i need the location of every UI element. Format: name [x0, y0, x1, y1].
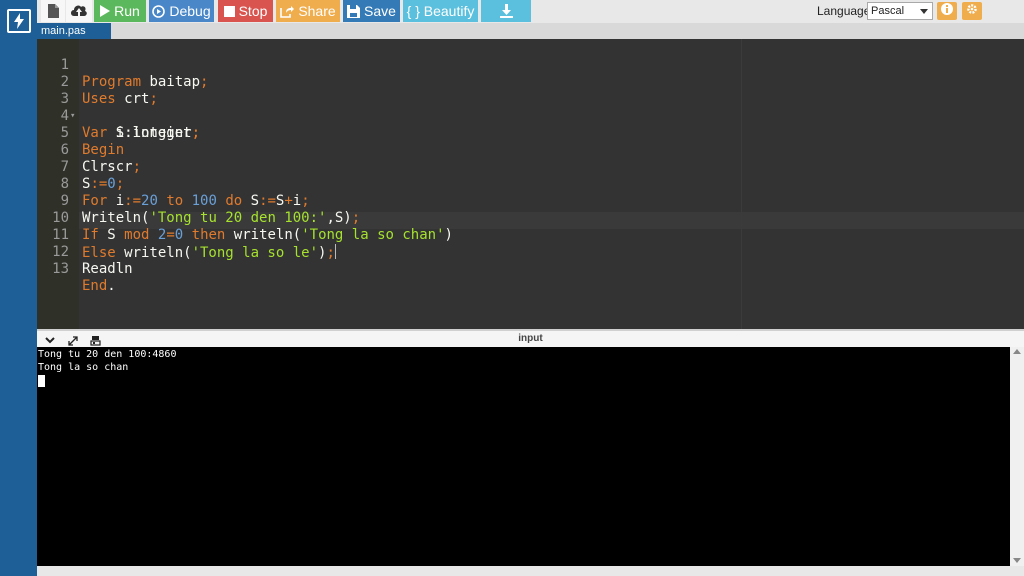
toolbar: Run Debug Stop Share Save { } Beautify L…	[37, 0, 1024, 23]
new-file-button[interactable]	[41, 0, 65, 22]
output-title: input	[518, 333, 543, 344]
code-line: 12 Readln	[37, 227, 1024, 277]
code-text: End.	[82, 278, 116, 294]
code-line: 3 ▾ Var i:integer;	[37, 74, 1024, 141]
line-number: 13	[52, 261, 69, 277]
play-icon	[100, 5, 111, 17]
keyboard-icon[interactable]	[88, 334, 102, 347]
share-button[interactable]: Share	[276, 0, 340, 22]
share-icon	[280, 5, 295, 18]
bottom-bar	[37, 566, 1024, 576]
language-label: Language	[817, 4, 871, 18]
download-icon	[499, 4, 513, 18]
run-button[interactable]: Run	[94, 0, 146, 22]
beautify-button[interactable]: { } Beautify	[403, 0, 478, 22]
code-line: 6 Clrscr;	[37, 125, 1024, 175]
debug-label: Debug	[169, 3, 211, 19]
stop-icon	[223, 5, 235, 17]
info-icon	[941, 2, 953, 20]
code-line: 10 If S mod 2=0 then writeln('Tong la so…	[37, 193, 1024, 243]
debug-button[interactable]: Debug	[149, 0, 214, 22]
console-line: Tong tu 20 den 100:4860	[38, 349, 177, 360]
scroll-down-icon[interactable]	[1013, 558, 1021, 563]
save-label: Save	[364, 3, 396, 19]
code-line: 7 S:=0;	[37, 142, 1024, 192]
settings-button[interactable]	[962, 2, 982, 20]
console-line: Tong la so chan	[38, 362, 129, 373]
output-panel-header[interactable]: input	[37, 329, 1024, 347]
code-line: 2 Uses crt;	[37, 57, 1024, 107]
code-line: 1 Program baitap;	[37, 40, 1024, 90]
save-button[interactable]: Save	[343, 0, 400, 22]
language-select[interactable]: Pascal	[867, 2, 933, 20]
code-line: 4 S:longint;	[37, 91, 1024, 141]
left-sidebar	[0, 0, 37, 576]
file-tab-bar: main.pas	[37, 23, 1024, 39]
stop-label: Stop	[238, 3, 268, 19]
chevron-down-icon[interactable]	[43, 334, 57, 347]
code-line: 9 Writeln('Tong tu 20 den 100:',S);	[37, 176, 1024, 226]
code-editor[interactable]: 1 Program baitap; 2 Uses crt; 3 ▾ Var i:…	[37, 39, 1024, 329]
stop-button[interactable]: Stop	[218, 0, 273, 22]
code-line: 11 Else writeln('Tong la so le');	[37, 210, 1024, 261]
chevron-down-icon	[920, 9, 928, 14]
language-value: Pascal	[871, 5, 905, 17]
upload-button[interactable]	[66, 0, 92, 22]
debug-icon	[152, 4, 166, 18]
floppy-icon	[347, 4, 361, 18]
code-text: Readln	[82, 261, 133, 277]
download-button[interactable]	[481, 0, 531, 22]
console-cursor	[38, 375, 45, 387]
tab-main-pas[interactable]: main.pas	[37, 23, 111, 39]
run-label: Run	[114, 3, 140, 19]
info-button[interactable]	[937, 2, 957, 20]
console-scrollbar[interactable]	[1010, 347, 1024, 566]
code-line: 5 Begin	[37, 108, 1024, 158]
code-line: 8 For i:=20 to 100 do S:=S+i;	[37, 159, 1024, 209]
bolt-icon[interactable]	[7, 9, 31, 33]
expand-icon[interactable]	[66, 334, 80, 347]
code-line: 13 End.	[37, 244, 1024, 294]
beautify-label: { } Beautify	[406, 3, 475, 19]
cloud-upload-icon	[70, 4, 88, 18]
scroll-up-icon[interactable]	[1013, 349, 1021, 354]
output-console[interactable]: Tong tu 20 den 100:4860 Tong la so chan	[37, 347, 1010, 566]
file-icon	[47, 4, 59, 18]
share-label: Share	[298, 3, 336, 19]
gear-icon	[966, 2, 978, 20]
